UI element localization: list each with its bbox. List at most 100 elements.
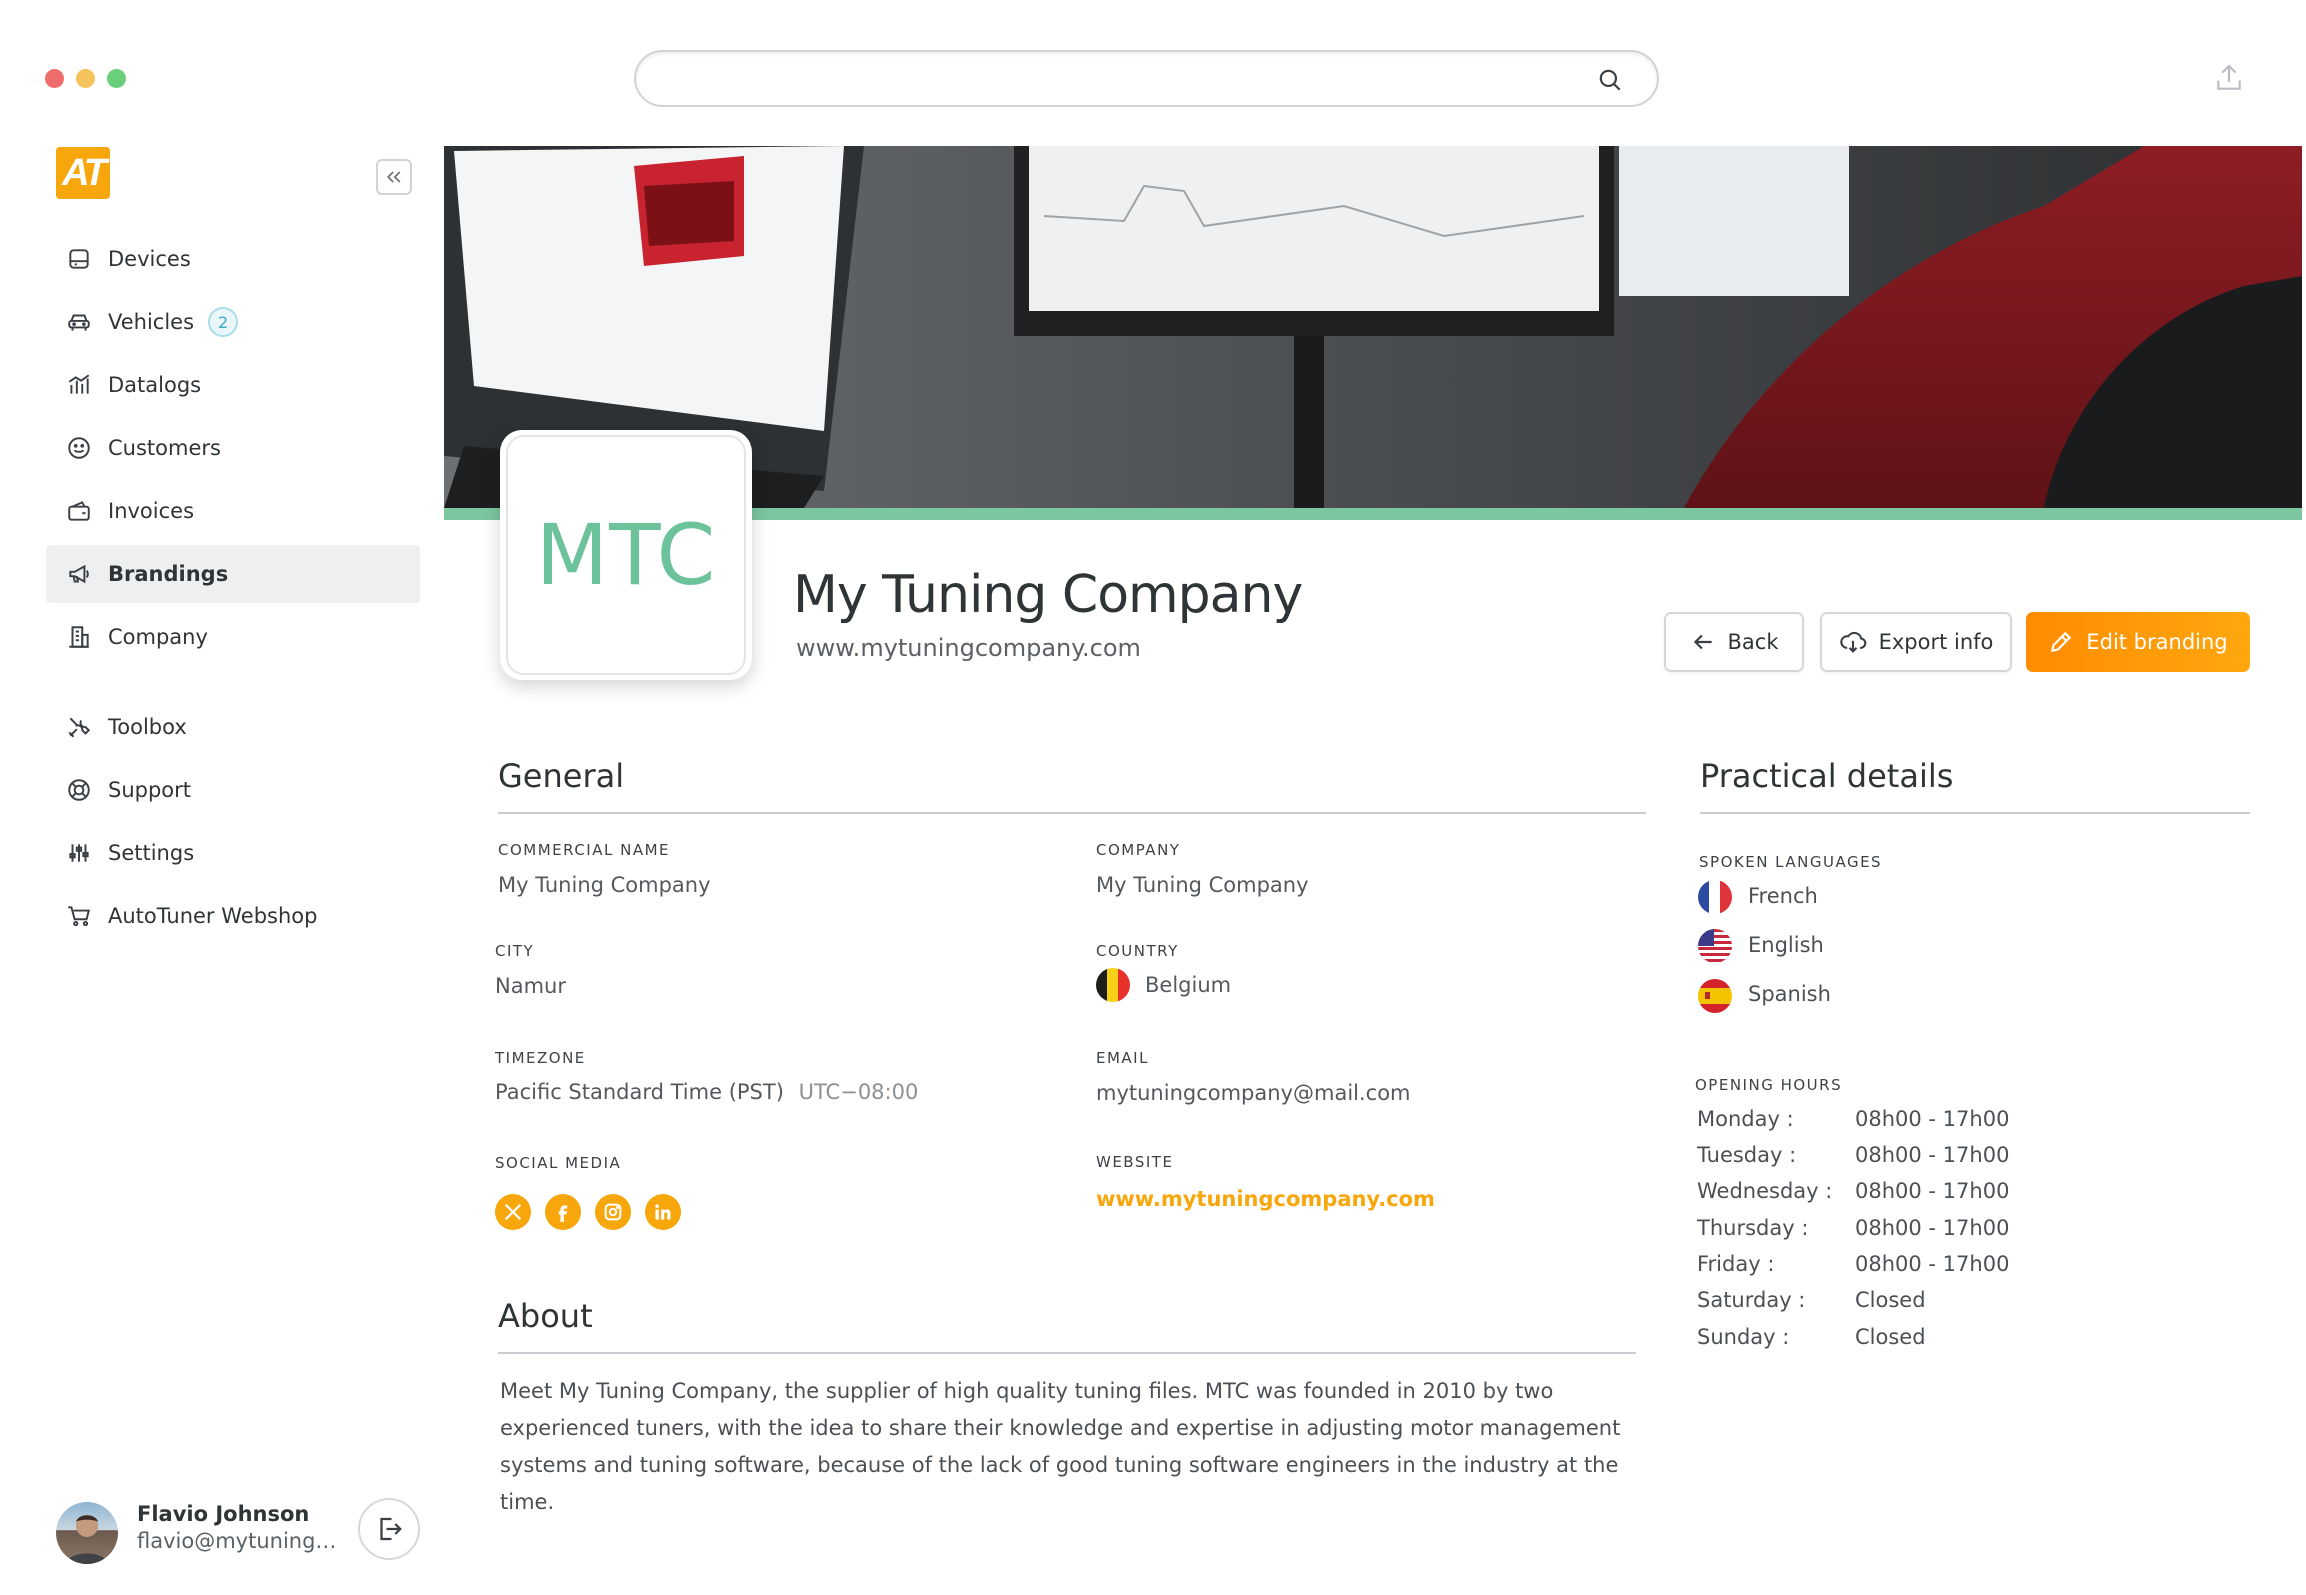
cart-icon: [68, 906, 90, 927]
hours-time-sunday: Closed: [1855, 1325, 1926, 1349]
company-url: www.mytuningcompany.com: [796, 634, 1141, 662]
user-name: Flavio Johnson: [137, 1502, 310, 1526]
sidebar-item-settings[interactable]: Settings: [46, 824, 420, 882]
sidebar-item-label: Datalogs: [108, 373, 202, 397]
sidebar-item-datalogs[interactable]: Datalogs: [46, 356, 420, 414]
social-media-label: SOCIAL MEDIA: [495, 1154, 622, 1172]
smiley-icon: [68, 437, 90, 459]
website-label: WEBSITE: [1096, 1153, 1174, 1171]
share-icon[interactable]: [2213, 62, 2245, 94]
practical-details-title: Practical details: [1700, 757, 1954, 795]
hours-day-wednesday: Wednesday :: [1697, 1179, 1833, 1203]
city-value: Namur: [495, 974, 566, 998]
search-input[interactable]: [660, 62, 1580, 96]
window-maximize-dot[interactable]: [107, 69, 126, 88]
search-bar[interactable]: [634, 50, 1659, 107]
sidebar-item-customers[interactable]: Customers: [46, 419, 420, 477]
france-flag-icon: [1698, 880, 1732, 914]
timezone-offset: UTC−08:00: [798, 1080, 919, 1104]
sidebar-item-label: Company: [108, 625, 208, 649]
sidebar-item-label: Customers: [108, 436, 221, 460]
timezone-label: TIMEZONE: [495, 1049, 586, 1067]
linkedin-icon[interactable]: [645, 1194, 681, 1230]
sidebar-item-invoices[interactable]: Invoices: [46, 482, 420, 540]
hours-day-sunday: Sunday :: [1697, 1325, 1790, 1349]
back-button[interactable]: Back: [1664, 612, 1804, 672]
branding-logo-card: MTC: [500, 430, 752, 680]
sliders-icon: [69, 844, 89, 862]
pencil-icon: [2051, 631, 2072, 653]
sidebar-item-toolbox[interactable]: Toolbox: [46, 698, 420, 756]
sidebar-item-brandings[interactable]: Brandings: [46, 545, 420, 603]
sidebar-item-label: Devices: [108, 247, 191, 271]
hours-time-friday: 08h00 - 17h00: [1855, 1252, 2010, 1276]
spain-flag-icon: [1698, 979, 1732, 1013]
sidebar-item-label: Support: [108, 778, 192, 802]
building-icon: [69, 626, 89, 648]
about-section-title: About: [498, 1297, 593, 1335]
export-info-label: Export info: [1878, 630, 1994, 654]
facebook-icon[interactable]: [545, 1194, 581, 1230]
x-twitter-icon[interactable]: [495, 1194, 531, 1230]
company-value: My Tuning Company: [1096, 873, 1309, 897]
megaphone-icon: [69, 564, 89, 584]
commercial-name-label: COMMERCIAL NAME: [498, 841, 671, 859]
user-email: flavio@mytuningcompany.com: [137, 1529, 347, 1553]
logout-icon: [380, 1517, 402, 1541]
export-info-button[interactable]: Export info: [1820, 612, 2012, 672]
timezone-value: Pacific Standard Time (PST) UTC−08:00: [495, 1080, 918, 1104]
sidebar-item-vehicles[interactable]: Vehicles 2: [46, 293, 420, 351]
lifebuoy-icon: [68, 779, 90, 801]
tools-icon: [68, 717, 91, 738]
timezone-name: Pacific Standard Time (PST): [495, 1080, 784, 1104]
instagram-icon[interactable]: [595, 1194, 631, 1230]
logout-button[interactable]: [358, 1498, 420, 1560]
hours-time-saturday: Closed: [1855, 1288, 1926, 1312]
practical-divider: [1700, 812, 2250, 814]
hours-day-friday: Friday :: [1697, 1252, 1775, 1276]
avatar[interactable]: [56, 1502, 118, 1564]
about-text: Meet My Tuning Company, the supplier of …: [500, 1379, 1621, 1514]
branding-logo-text: MTC: [535, 506, 717, 604]
sidebar-item-label: Toolbox: [108, 715, 187, 739]
city-label: CITY: [495, 942, 535, 960]
sidebar-item-support[interactable]: Support: [46, 761, 420, 819]
edit-branding-button[interactable]: Edit branding: [2026, 612, 2250, 672]
app-logo[interactable]: AT: [56, 147, 110, 199]
sidebar-item-company[interactable]: Company: [46, 608, 420, 666]
email-label: EMAIL: [1096, 1049, 1149, 1067]
window-close-dot[interactable]: [45, 69, 64, 88]
window-minimize-dot[interactable]: [76, 69, 95, 88]
sidebar-item-label: Vehicles: [108, 310, 195, 334]
wallet-icon: [68, 501, 90, 521]
car-icon: [68, 314, 90, 331]
sidebar-item-label: Invoices: [108, 499, 195, 523]
hours-day-tuesday: Tuesday :: [1697, 1143, 1797, 1167]
sidebar-item-webshop[interactable]: AutoTuner Webshop: [46, 887, 420, 945]
usa-flag-icon: [1698, 929, 1732, 963]
sidebar-item-label: Brandings: [108, 562, 229, 586]
search-icon[interactable]: [1597, 67, 1623, 93]
vehicles-count-badge: 2: [208, 307, 239, 337]
country-label: COUNTRY: [1096, 942, 1179, 960]
arrow-left-icon: [1693, 634, 1712, 650]
website-link[interactable]: www.mytuningcompany.com: [1096, 1187, 1435, 1211]
edit-branding-label: Edit branding: [2086, 630, 2228, 654]
about-divider: [498, 1352, 1636, 1354]
back-button-label: Back: [1727, 630, 1779, 654]
hours-day-thursday: Thursday :: [1697, 1216, 1809, 1240]
hours-day-monday: Monday :: [1697, 1107, 1794, 1131]
general-section-title: General: [498, 757, 625, 795]
general-divider: [498, 812, 1646, 814]
hours-time-tuesday: 08h00 - 17h00: [1855, 1143, 2010, 1167]
sidebar-item-devices[interactable]: Devices: [46, 230, 420, 288]
datalog-chart-icon: [68, 374, 90, 394]
cloud-download-icon: [1839, 631, 1866, 653]
language-english: English: [1748, 933, 1824, 957]
language-spanish: Spanish: [1748, 982, 1831, 1006]
opening-hours-label: OPENING HOURS: [1695, 1076, 1843, 1094]
sidebar-item-label: AutoTuner Webshop: [108, 904, 318, 928]
email-value: mytuningcompany@mail.com: [1096, 1081, 1411, 1105]
hours-time-monday: 08h00 - 17h00: [1855, 1107, 2010, 1131]
collapse-sidebar-button[interactable]: [376, 159, 412, 195]
